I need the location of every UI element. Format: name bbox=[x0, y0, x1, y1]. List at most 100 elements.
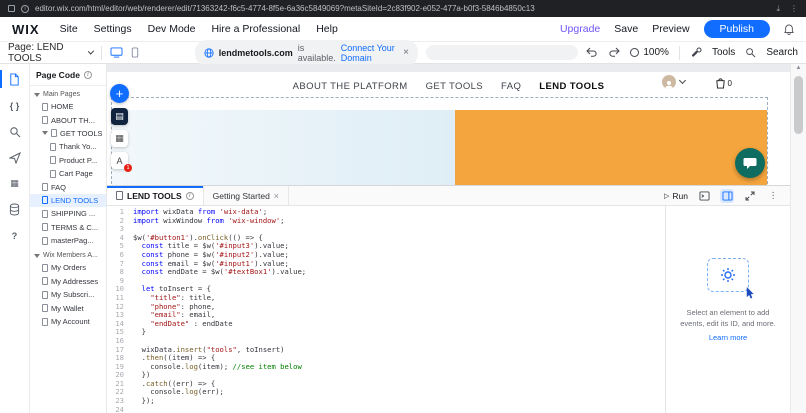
page-item-my-subscri[interactable]: My Subscri... bbox=[30, 288, 106, 301]
menu-item-settings[interactable]: Settings bbox=[94, 23, 132, 35]
add-panel-button[interactable]: ▦ bbox=[111, 130, 128, 147]
page-selector-label: Page: LEND TOOLS bbox=[8, 41, 64, 64]
menu-item-dev-mode[interactable]: Dev Mode bbox=[148, 23, 196, 35]
page-item-label: Thank Yo... bbox=[59, 142, 97, 152]
code-line[interactable]: 23 }); bbox=[107, 396, 665, 406]
sidebar-item-cms[interactable] bbox=[0, 202, 30, 217]
page-item-terms-c[interactable]: TERMS & C... bbox=[30, 221, 106, 234]
code-line[interactable]: 22 console.log(err); bbox=[107, 388, 665, 397]
properties-panel-toggle[interactable] bbox=[720, 188, 734, 203]
code-line[interactable]: 2 import wixWindow from 'wix-window'; bbox=[107, 216, 665, 226]
page-item-product-p[interactable]: Product P... bbox=[30, 154, 106, 167]
page-item-cart-page[interactable]: Cart Page bbox=[30, 167, 106, 180]
address-bar[interactable]: editor.wix.com/html/editor/web/renderer/… bbox=[35, 4, 535, 13]
member-chip[interactable] bbox=[662, 75, 687, 89]
site-nav-item-about-the-platform[interactable]: ABOUT THE PLATFORM bbox=[293, 81, 408, 92]
sidebar-item-help[interactable]: ? bbox=[0, 228, 30, 243]
notifications-bell-icon[interactable] bbox=[784, 23, 794, 35]
code-line[interactable]: 8 const endDate = $w('#textBox1').value; bbox=[107, 267, 665, 277]
more-options-icon[interactable]: ⋮ bbox=[766, 189, 780, 203]
browser-share-icon[interactable]: ⤓ bbox=[776, 4, 780, 14]
sidebar-item-releases[interactable] bbox=[0, 150, 30, 165]
editor-toolbar: Page: LEND TOOLS lendmetools.com is avai… bbox=[0, 39, 806, 66]
save-button[interactable]: Save bbox=[614, 23, 638, 35]
upgrade-link[interactable]: Upgrade bbox=[560, 23, 600, 35]
site-canvas[interactable]: ABOUT THE PLATFORM GET TOOLS FAQ LEND TOOLS… bbox=[107, 64, 790, 185]
search-button[interactable]: Search bbox=[766, 47, 798, 58]
page-item-shipping[interactable]: SHIPPING ... bbox=[30, 207, 106, 220]
page-file-icon bbox=[50, 156, 56, 165]
page-item-my-addresses[interactable]: My Addresses bbox=[30, 275, 106, 288]
pages-section-label: Wix Members A... bbox=[43, 252, 98, 260]
zoom-control[interactable]: 100% bbox=[630, 47, 669, 58]
close-tab-icon[interactable]: × bbox=[274, 191, 279, 201]
tab-getting-started[interactable]: Getting Started × bbox=[204, 186, 290, 205]
wix-menubar: WIX Site Settings Dev Mode Hire a Professio… bbox=[0, 17, 806, 42]
info-icon[interactable]: i bbox=[83, 71, 92, 79]
code-lines: 1 import wixData from 'wix-data'; 2 import … bbox=[107, 207, 665, 413]
run-label: Run bbox=[672, 190, 688, 201]
add-element-button[interactable]: + bbox=[110, 84, 129, 103]
desktop-view-button[interactable] bbox=[110, 47, 123, 58]
undo-button[interactable] bbox=[586, 47, 598, 58]
chat-widget-button[interactable] bbox=[735, 148, 765, 178]
page-item-lend-tools[interactable]: LEND TOOLS bbox=[30, 193, 106, 208]
run-button[interactable]: ▷ Run bbox=[664, 191, 688, 201]
page-item-about-th[interactable]: ABOUT TH... bbox=[30, 113, 106, 126]
tools-button[interactable]: Tools bbox=[712, 47, 735, 58]
site-nav-item-lend-tools[interactable]: LEND TOOLS bbox=[539, 81, 604, 92]
site-nav-item-get-tools[interactable]: GET TOOLS bbox=[426, 81, 483, 92]
page-item-my-account[interactable]: My Account bbox=[30, 315, 106, 328]
dev-sidebar: { } ▦ ? bbox=[0, 64, 30, 413]
page-item-masterpag[interactable]: masterPag... bbox=[30, 234, 106, 247]
add-section-button[interactable]: ▤ bbox=[111, 108, 128, 125]
connect-domain-link[interactable]: Connect Your Domain bbox=[341, 43, 396, 63]
sidebar-item-packages[interactable]: ▦ bbox=[0, 176, 30, 191]
page-file-icon bbox=[42, 236, 48, 245]
code-line[interactable]: 24 bbox=[107, 405, 665, 413]
learn-more-link[interactable]: Learn more bbox=[709, 333, 747, 344]
page-item-faq[interactable]: FAQ bbox=[30, 180, 106, 193]
vertical-scrollbar[interactable]: ▲ bbox=[790, 64, 806, 413]
pages-section-wix-members-a[interactable]: Wix Members A... bbox=[30, 247, 106, 261]
menu-item-site[interactable]: Site bbox=[60, 23, 78, 35]
menu-item-help[interactable]: Help bbox=[316, 23, 338, 35]
sidebar-item-search[interactable] bbox=[0, 124, 30, 139]
redo-button[interactable] bbox=[608, 47, 621, 58]
code-line[interactable]: 15 } bbox=[107, 328, 665, 337]
info-icon[interactable]: i bbox=[185, 191, 194, 200]
page-file-icon bbox=[42, 263, 48, 272]
site-styles-button[interactable]: A 1 bbox=[111, 152, 132, 172]
page-item-get-tools[interactable]: GET TOOLS bbox=[30, 127, 106, 140]
page-item-home[interactable]: HOME bbox=[30, 100, 106, 113]
browser-menu-icon[interactable]: ⋮ bbox=[790, 4, 798, 14]
dismiss-notice-icon[interactable]: × bbox=[403, 47, 409, 58]
preview-button[interactable]: Preview bbox=[652, 23, 689, 35]
hero-orange-block[interactable] bbox=[455, 110, 767, 185]
page-item-thank-yo[interactable]: Thank Yo... bbox=[30, 140, 106, 153]
publish-button[interactable]: Publish bbox=[703, 19, 770, 39]
braces-icon: { } bbox=[9, 100, 20, 111]
site-nav-item-faq[interactable]: FAQ bbox=[501, 81, 521, 92]
code-editor[interactable]: 1 import wixData from 'wix-data'; 2 import … bbox=[107, 206, 665, 413]
menu-item-hire-a-professional[interactable]: Hire a Professional bbox=[211, 23, 300, 35]
code-line[interactable]: 19 console.log(item); //see item below bbox=[107, 362, 665, 372]
code-line[interactable]: 14 "endDate" : endDate bbox=[107, 319, 665, 329]
pages-section-main-pages[interactable]: Main Pages bbox=[30, 86, 106, 100]
page-item-my-orders[interactable]: My Orders bbox=[30, 261, 106, 274]
wix-logo: WIX bbox=[12, 21, 40, 37]
page-item-my-wallet[interactable]: My Wallet bbox=[30, 301, 106, 314]
site-info-icon[interactable]: i bbox=[21, 4, 29, 13]
expand-panel-icon[interactable] bbox=[743, 189, 757, 203]
tab-lend-tools[interactable]: LEND TOOLS i bbox=[107, 186, 204, 205]
cart-button[interactable]: 0 bbox=[715, 77, 732, 89]
hero-section[interactable] bbox=[112, 110, 767, 185]
mobile-view-button[interactable] bbox=[131, 47, 139, 58]
page-file-icon bbox=[42, 277, 48, 286]
scrollbar-thumb[interactable] bbox=[794, 76, 803, 134]
sidebar-item-page-code[interactable] bbox=[0, 70, 30, 88]
open-console-icon[interactable] bbox=[697, 189, 711, 203]
page-selector[interactable]: Page: LEND TOOLS bbox=[8, 41, 95, 64]
tools-icon bbox=[690, 47, 702, 59]
sidebar-item-code-files[interactable]: { } bbox=[0, 98, 30, 113]
